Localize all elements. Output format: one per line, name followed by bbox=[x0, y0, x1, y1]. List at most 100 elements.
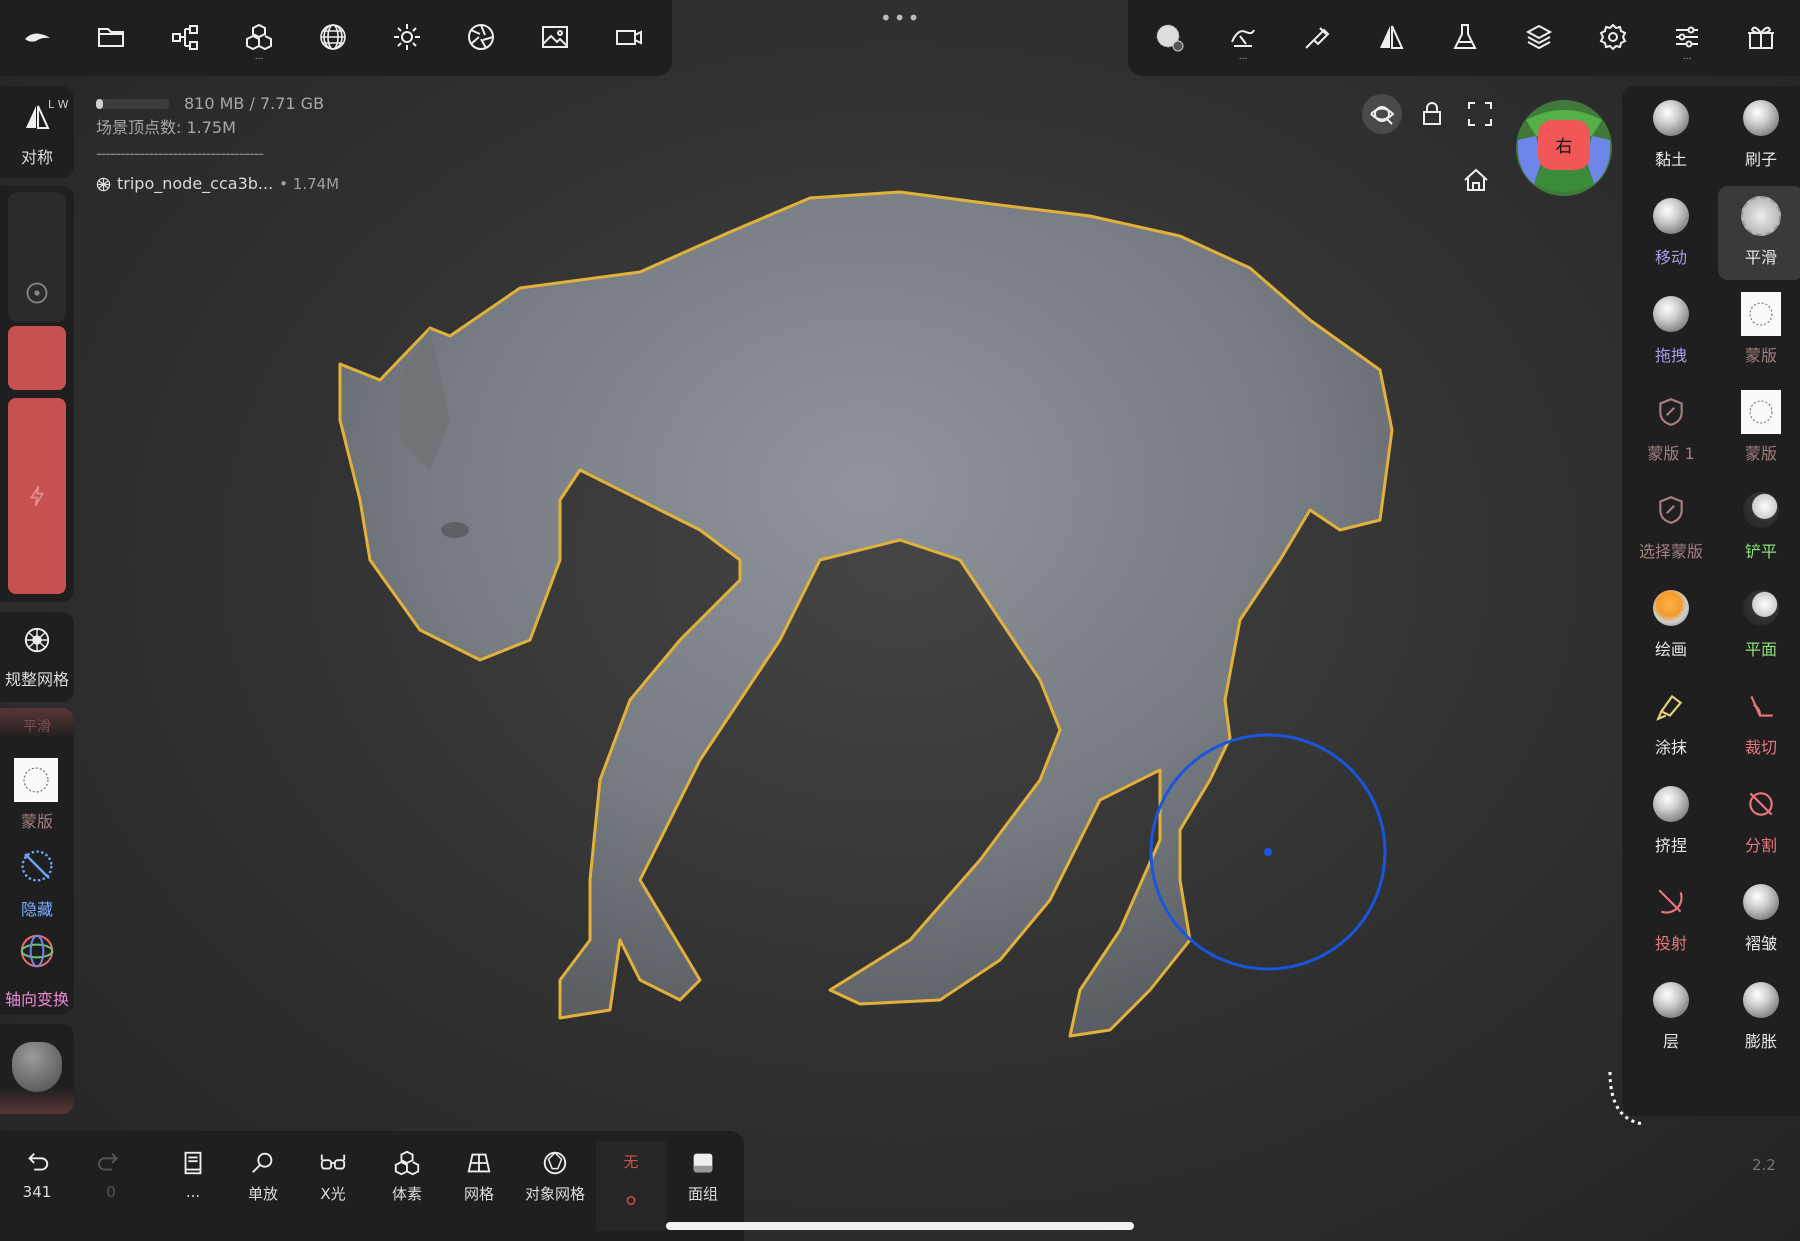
tool-3[interactable]: 平滑 bbox=[1718, 186, 1800, 280]
tool-label: 分割 bbox=[1744, 836, 1777, 855]
gizmo-label: 轴向变换 bbox=[4, 990, 69, 1009]
bottom-label: 面组 bbox=[687, 1185, 718, 1203]
hide-icon[interactable] bbox=[19, 848, 55, 884]
tool-label: 黏土 bbox=[1654, 150, 1687, 169]
tool-12[interactable]: 涂抹 bbox=[1628, 676, 1714, 770]
magnify-button[interactable]: 单放 bbox=[228, 1141, 298, 1231]
fullscreen-icon[interactable] bbox=[1460, 94, 1500, 134]
deer-model[interactable] bbox=[338, 190, 1394, 1038]
book-icon bbox=[184, 1151, 202, 1175]
tool-icon bbox=[1651, 882, 1691, 922]
tool-label: 蒙版 bbox=[1744, 346, 1777, 365]
tool-9[interactable]: 铲平 bbox=[1718, 480, 1800, 574]
tool-icon bbox=[1741, 588, 1781, 628]
tool-label: 绘画 bbox=[1654, 640, 1687, 659]
tool-17[interactable]: 褶皱 bbox=[1718, 872, 1800, 966]
undo-icon bbox=[28, 1153, 49, 1171]
book-button[interactable]: ... bbox=[158, 1141, 228, 1231]
gizmo-icon[interactable] bbox=[18, 932, 56, 970]
tool-icon bbox=[1741, 490, 1781, 530]
bottom-label: 单放 bbox=[247, 1185, 278, 1203]
bottom-label: 341 bbox=[22, 1183, 52, 1201]
tool-10[interactable]: 绘画 bbox=[1628, 578, 1714, 672]
tool-8[interactable]: 选择蒙版 bbox=[1628, 480, 1714, 574]
tool-icon bbox=[1651, 784, 1691, 824]
none-button[interactable]: 无 bbox=[596, 1141, 666, 1231]
cube-face-label: 右 bbox=[1555, 137, 1573, 157]
tool-icon bbox=[1741, 784, 1781, 824]
symmetry-panel[interactable]: L W 对称 bbox=[0, 86, 74, 178]
tool-label: 选择蒙版 bbox=[1638, 542, 1703, 561]
hide-label: 隐藏 bbox=[20, 900, 53, 919]
bottom-label: X光 bbox=[320, 1185, 346, 1203]
tool-label: 铲平 bbox=[1744, 542, 1777, 561]
none-icon bbox=[626, 1196, 636, 1205]
tool-6[interactable]: 蒙版 1 bbox=[1628, 382, 1714, 476]
radius-icon bbox=[26, 282, 48, 304]
tool-label: 裁切 bbox=[1744, 738, 1777, 757]
tool-13[interactable]: 裁切 bbox=[1718, 676, 1800, 770]
undo-button[interactable]: 341 bbox=[2, 1141, 72, 1231]
tool-1[interactable]: 刷子 bbox=[1718, 88, 1800, 182]
remesh-panel[interactable]: 规整网格 bbox=[0, 612, 74, 702]
radius-slider-track[interactable] bbox=[8, 192, 66, 322]
intensity-slider[interactable] bbox=[8, 398, 66, 594]
orientation-cube[interactable]: 右 bbox=[1512, 100, 1616, 196]
view-toggle-icon[interactable] bbox=[1362, 94, 1402, 134]
tool-18[interactable]: 层 bbox=[1628, 970, 1714, 1064]
tool-icon bbox=[1741, 980, 1781, 1020]
tool-icon bbox=[1651, 196, 1691, 236]
voxel-icon bbox=[394, 1150, 420, 1176]
tool-19[interactable]: 膨胀 bbox=[1718, 970, 1800, 1064]
brush-cursor bbox=[1149, 733, 1387, 971]
grid-icon bbox=[467, 1153, 491, 1173]
redo-button[interactable]: 0 bbox=[76, 1141, 146, 1231]
tool-icon bbox=[1651, 98, 1691, 138]
tool-icon bbox=[1741, 686, 1781, 726]
tool-16[interactable]: 投射 bbox=[1628, 872, 1714, 966]
tool-11[interactable]: 平面 bbox=[1718, 578, 1800, 672]
xray-glasses-button[interactable]: X光 bbox=[298, 1141, 368, 1231]
tool-14[interactable]: 挤捏 bbox=[1628, 774, 1714, 868]
grid-button[interactable]: 网格 bbox=[444, 1141, 514, 1231]
tool-icon bbox=[1651, 686, 1691, 726]
tool-label: 投射 bbox=[1654, 934, 1687, 953]
bottom-label: 无 bbox=[623, 1153, 639, 1171]
tool-15[interactable]: 分割 bbox=[1718, 774, 1800, 868]
tool-label: 拖拽 bbox=[1654, 346, 1687, 365]
material-panel[interactable] bbox=[0, 1024, 74, 1114]
panel-handle-icon[interactable] bbox=[1604, 1068, 1645, 1128]
mask-quick-label: 蒙版 bbox=[20, 812, 53, 831]
tool-7[interactable]: 蒙版 bbox=[1718, 382, 1800, 476]
material-preview-icon bbox=[12, 1042, 62, 1092]
symmetry-axis-badge: L W bbox=[48, 98, 69, 111]
tool-4[interactable]: 拖拽 bbox=[1628, 284, 1714, 378]
xray-glasses-icon bbox=[320, 1154, 346, 1170]
remesh-icon bbox=[24, 627, 50, 653]
mask-quick-icon[interactable] bbox=[14, 758, 58, 802]
face-group-button[interactable]: 面组 bbox=[668, 1141, 738, 1231]
lock-icon[interactable] bbox=[1412, 94, 1452, 134]
lightning-icon bbox=[29, 485, 45, 507]
brush-sliders-panel bbox=[0, 186, 74, 602]
tool-icon bbox=[1651, 294, 1691, 334]
voxel-button[interactable]: 体素 bbox=[372, 1141, 442, 1231]
tool-label: 层 bbox=[1662, 1032, 1679, 1051]
bottom-label: 对象网格 bbox=[524, 1185, 585, 1203]
tool-2[interactable]: 移动 bbox=[1628, 186, 1714, 280]
tool-icon bbox=[1651, 588, 1691, 628]
tool-icon bbox=[1741, 98, 1781, 138]
home-view-icon[interactable] bbox=[1456, 160, 1496, 200]
tool-5[interactable]: 蒙版 bbox=[1718, 284, 1800, 378]
bottom-label: ... bbox=[185, 1183, 201, 1201]
radius-slider-fill[interactable] bbox=[8, 326, 66, 390]
tool-label: 褶皱 bbox=[1744, 934, 1777, 953]
tool-0[interactable]: 黏土 bbox=[1628, 88, 1714, 182]
symmetry-label: 对称 bbox=[20, 148, 53, 167]
tool-label: 蒙版 bbox=[1744, 444, 1777, 463]
sculpt-tools-panel: 黏土 刷子 移动 平滑 拖拽 蒙版 蒙版 1 蒙版 选择蒙版 铲平 绘画 平面 涂抹 裁切 挤捏 分割 投射 褶皱… bbox=[1622, 86, 1800, 1116]
tool-label: 移动 bbox=[1654, 248, 1687, 267]
home-indicator bbox=[666, 1222, 1134, 1230]
object-mesh-button[interactable]: 对象网格 bbox=[520, 1141, 590, 1231]
smooth-header: 平滑 bbox=[23, 719, 51, 735]
